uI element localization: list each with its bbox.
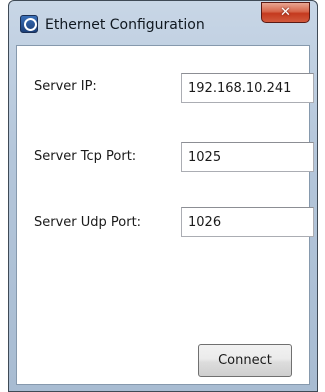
server-ip-input[interactable]	[181, 73, 314, 103]
window-title: Ethernet Configuration	[45, 17, 205, 33]
server-tcp-port-input[interactable]	[181, 142, 314, 172]
network-app-icon	[20, 15, 38, 33]
title-bar[interactable]: Ethernet Configuration ✕	[9, 1, 317, 45]
close-button[interactable]: ✕	[261, 2, 310, 23]
connect-button[interactable]: Connect	[198, 344, 292, 377]
close-icon: ✕	[280, 5, 291, 20]
server-ip-label: Server IP:	[34, 79, 97, 94]
server-udp-port-label: Server Udp Port:	[34, 215, 142, 230]
ethernet-configuration-window: Ethernet Configuration ✕ Server IP: Serv…	[8, 0, 318, 392]
server-udp-port-input[interactable]	[181, 207, 314, 237]
form-panel: Server IP: Server Tcp Port: Server Udp P…	[16, 45, 314, 385]
server-tcp-port-label: Server Tcp Port:	[34, 149, 137, 164]
